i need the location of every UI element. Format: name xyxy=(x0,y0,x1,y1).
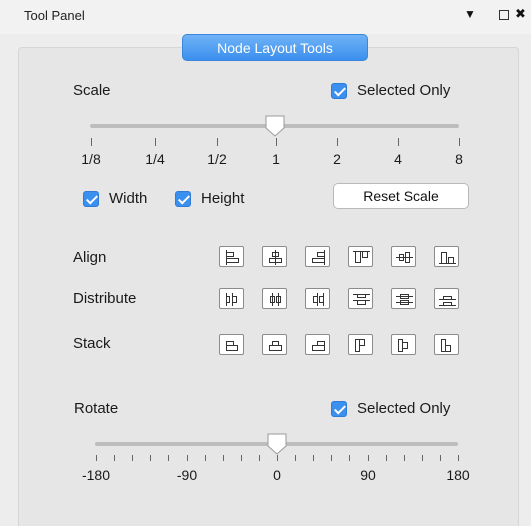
stack-middle-button[interactable] xyxy=(391,334,416,355)
stack-top-button[interactable] xyxy=(348,334,373,355)
rotate-selected-only-checkbox[interactable] xyxy=(331,401,347,417)
distribute-center-vertical-button[interactable] xyxy=(391,288,416,309)
height-checkbox[interactable] xyxy=(175,191,191,207)
distribute-center-horizontal-button[interactable] xyxy=(262,288,287,309)
rotate-tick-mark xyxy=(132,455,133,461)
align-center-vertical-button[interactable] xyxy=(391,246,416,267)
align-center-horizontal-icon xyxy=(269,250,282,265)
scale-tick-label: 1/8 xyxy=(81,151,101,167)
scale-label: Scale xyxy=(73,82,111,99)
rotate-tick-label: 0 xyxy=(273,467,281,483)
distribute-left-icon xyxy=(226,293,237,306)
rotate-label: Rotate xyxy=(74,400,119,417)
width-checkbox[interactable] xyxy=(83,191,99,207)
align-top-icon xyxy=(353,251,370,263)
float-window-icon[interactable] xyxy=(499,10,509,20)
scale-tick-label: 1 xyxy=(272,151,280,167)
align-label: Align xyxy=(73,249,107,266)
rotate-tick-mark xyxy=(313,455,314,461)
rotate-tick-label: 90 xyxy=(360,467,376,483)
stack-label: Stack xyxy=(73,335,111,352)
rotate-tick-label: 180 xyxy=(446,467,470,483)
stack-right-button[interactable] xyxy=(305,334,330,355)
align-top-button[interactable] xyxy=(348,246,373,267)
distribute-top-button[interactable] xyxy=(348,288,373,309)
close-icon[interactable]: ✖ xyxy=(515,6,526,22)
scale-tick-label: 4 xyxy=(394,151,402,167)
distribute-bottom-icon xyxy=(439,296,456,306)
stack-middle-icon xyxy=(398,339,408,352)
scale-tick-label: 1/2 xyxy=(207,151,227,167)
rotate-tick-mark xyxy=(458,455,459,461)
rotate-tick-mark xyxy=(440,455,441,461)
rotate-tick-mark xyxy=(404,455,405,461)
rotate-tick-mark xyxy=(368,455,369,461)
scale-tick-mark xyxy=(459,138,460,146)
scale-tick-mark xyxy=(217,138,218,146)
scale-tick-label: 2 xyxy=(333,151,341,167)
rotate-tick-mark xyxy=(259,455,260,461)
align-bottom-button[interactable] xyxy=(434,246,459,267)
panel-menu-icon[interactable]: ▼ xyxy=(463,6,477,22)
reset-scale-button[interactable]: Reset Scale xyxy=(333,183,469,209)
rotate-tick-label: -180 xyxy=(81,467,111,483)
scale-tick-mark xyxy=(398,138,399,146)
scale-tick-mark xyxy=(155,138,156,146)
rotate-tick-mark xyxy=(422,455,423,461)
height-label: Height xyxy=(201,190,245,207)
align-left-icon xyxy=(226,250,239,265)
rotate-tick-mark xyxy=(295,455,296,461)
distribute-top-icon xyxy=(353,294,370,305)
distribute-bottom-button[interactable] xyxy=(434,288,459,309)
rotate-tick-label: -90 xyxy=(176,467,198,483)
stack-top-icon xyxy=(355,339,365,352)
scale-tick-label: 1/4 xyxy=(145,151,165,167)
stack-bottom-icon xyxy=(441,339,451,352)
width-label: Width xyxy=(109,190,148,207)
distribute-center-horizontal-icon xyxy=(270,293,281,306)
rotate-tick-mark xyxy=(150,455,151,461)
scale-selected-only-checkbox[interactable] xyxy=(331,83,347,99)
stack-bottom-button[interactable] xyxy=(434,334,459,355)
scale-tick-mark xyxy=(91,138,92,146)
distribute-left-button[interactable] xyxy=(219,288,244,309)
tab-node-layout-tools[interactable]: Node Layout Tools xyxy=(182,34,368,61)
rotate-tick-mark xyxy=(223,455,224,461)
scale-tick-mark xyxy=(276,138,277,146)
align-bottom-icon xyxy=(439,252,456,264)
rotate-tick-mark xyxy=(349,455,350,461)
align-right-button[interactable] xyxy=(305,246,330,267)
rotate-tick-mark xyxy=(241,455,242,461)
rotate-tick-mark xyxy=(386,455,387,461)
rotate-tick-mark xyxy=(187,455,188,461)
scale-selected-only-label: Selected Only xyxy=(357,82,451,99)
align-right-icon xyxy=(312,250,325,265)
window-title: Tool Panel xyxy=(24,8,85,23)
stack-center-icon xyxy=(269,341,282,351)
rotate-tick-mark xyxy=(331,455,332,461)
distribute-label: Distribute xyxy=(73,290,137,307)
window-titlebar: Tool Panel ▼ ✖ xyxy=(0,0,531,34)
rotate-slider-thumb[interactable] xyxy=(266,432,288,456)
align-center-horizontal-button[interactable] xyxy=(262,246,287,267)
scale-tick-label: 8 xyxy=(455,151,463,167)
align-left-button[interactable] xyxy=(219,246,244,267)
rotate-tick-mark xyxy=(277,455,278,461)
stack-left-button[interactable] xyxy=(219,334,244,355)
scale-slider-thumb[interactable] xyxy=(264,114,286,138)
distribute-right-icon xyxy=(313,293,324,306)
stack-left-icon xyxy=(226,341,238,351)
scale-tick-mark xyxy=(337,138,338,146)
rotate-selected-only-label: Selected Only xyxy=(357,400,451,417)
rotate-tick-mark xyxy=(96,455,97,461)
rotate-tick-mark xyxy=(205,455,206,461)
align-center-vertical-icon xyxy=(396,252,413,263)
stack-right-icon xyxy=(312,341,325,351)
rotate-tick-mark xyxy=(114,455,115,461)
distribute-right-button[interactable] xyxy=(305,288,330,309)
rotate-tick-mark xyxy=(168,455,169,461)
stack-center-button[interactable] xyxy=(262,334,287,355)
distribute-center-vertical-icon xyxy=(396,294,413,305)
